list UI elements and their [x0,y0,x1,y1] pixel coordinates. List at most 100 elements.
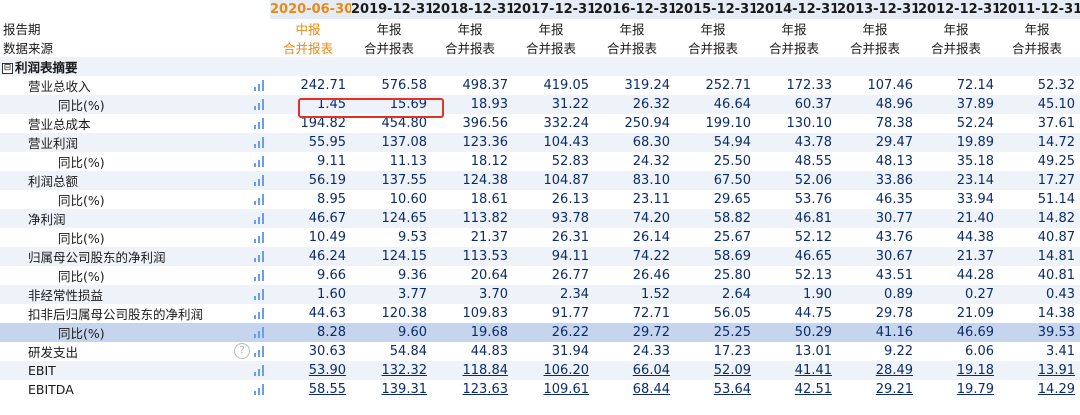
value-cell: 46.64 [675,95,756,114]
date-header[interactable]: 2019-12-31 [351,0,432,19]
value-cell: 29.47 [837,133,918,152]
table-row[interactable]: 扣非后归属母公司股东的净利润 44.63 120.38 109.83 91.77 72.7… [0,304,1080,323]
value-cell[interactable]: 53.90 [270,361,351,380]
value-cell[interactable]: 66.04 [594,361,675,380]
source-cell: 合并报表 [363,41,414,56]
value-cell: 11.13 [389,154,427,169]
date-header[interactable]: 2017-12-31 [513,0,594,19]
bar-chart-icon[interactable] [254,99,266,110]
value-cell[interactable]: 118.84 [432,361,513,380]
bar-chart-icon[interactable] [254,213,266,224]
value-cell[interactable]: 52.09 [675,361,756,380]
bar-chart-icon[interactable] [254,156,266,167]
date-header[interactable]: 2011-12-31 [999,0,1080,19]
value-cell[interactable]: 53.64 [675,380,756,399]
value-cell: 8.28 [270,323,351,342]
value-cell[interactable]: 109.61 [513,380,594,399]
value-cell: 54.94 [675,133,756,152]
value-cell[interactable]: 132.32 [351,361,432,380]
table-row[interactable]: 利润总额 56.19 137.55 124.38 104.87 83.10 67.50 52.… [0,171,1080,190]
source-cell: 合并报表 [930,41,981,56]
value-cell[interactable]: 41.41 [756,361,837,380]
value-cell[interactable]: 14.29 [999,380,1080,399]
bar-chart-icon[interactable] [254,327,266,338]
table-row[interactable]: 归属母公司股东的净利润 46.24 124.15 113.53 94.11 74.22 58… [0,247,1080,266]
table-row[interactable]: EBIT 53.90 132.32 118.84 106.20 66.04 52.09 41.… [0,361,1080,380]
table-row[interactable]: 非经常性损益 1.60 3.77 3.70 2.34 1.52 2.64 1.90 0.89 0.… [0,285,1080,304]
value-cell: 46.81 [756,209,837,228]
date-header[interactable]: 2016-12-31 [594,0,675,19]
bar-chart-icon[interactable] [254,308,266,319]
row-label-cell: 同比(%) [0,95,270,114]
bar-chart-icon[interactable] [254,80,266,91]
table-row[interactable]: EBITDA 58.55 139.31 123.63 109.61 68.44 53.64 4… [0,380,1080,399]
value-cell: 19.89 [918,133,999,152]
table-row[interactable]: 同比(%) 9.11 11.13 18.12 52.83 24.32 25.50 48.55 4… [0,152,1080,171]
value-cell: 113.53 [432,247,513,266]
value-cell: 51.14 [1037,192,1075,207]
value-cell: 52.32 [1037,78,1075,93]
value-cell: 52.12 [794,230,832,245]
table-row[interactable]: 同比(%) 1.45 15.69 18.93 31.22 26.32 46.64 60.37 4… [0,95,1080,114]
value-cell[interactable]: 29.21 [837,380,918,399]
bar-chart-icon[interactable] [254,251,266,262]
date-header[interactable]: 2014-12-31 [756,0,837,19]
value-cell[interactable]: 106.20 [513,361,594,380]
bar-chart-icon[interactable] [254,270,266,281]
table-row[interactable]: 同比(%) 8.28 9.60 19.68 26.22 29.72 25.25 50.29 41… [0,323,1080,342]
table-row[interactable]: 同比(%) 8.95 10.60 18.61 26.13 23.11 29.65 53.76 4… [0,190,1080,209]
value-cell[interactable]: 19.18 [918,361,999,380]
value-cell: 46.67 [270,209,351,228]
value-cell[interactable]: 139.31 [351,380,432,399]
table-row[interactable]: 营业总成本 194.82 454.80 396.56 332.24 250.94 199.1… [0,114,1080,133]
bar-chart-icon[interactable] [254,289,266,300]
income-statement-table: 2020-06-30 2019-12-31 2018-12-31 2017-12… [0,0,1080,399]
bar-chart-icon[interactable] [254,175,266,186]
value-cell[interactable]: 42.51 [756,380,837,399]
collapse-icon[interactable]: ⊟ [2,63,13,74]
row-label: EBIT [28,363,56,378]
bar-chart-icon[interactable] [254,232,266,243]
value-cell[interactable]: 68.44 [594,380,675,399]
bar-chart-icon[interactable] [254,365,266,376]
value-cell[interactable]: 123.63 [432,380,513,399]
date-header[interactable]: 2013-12-31 [837,0,918,19]
table-row[interactable]: 营业总收入 242.71 576.58 498.37 419.05 319.24 252.7… [0,76,1080,95]
value-cell: 419.05 [543,78,590,93]
value-cell: 46.65 [756,247,837,266]
bar-chart-icon[interactable] [254,194,266,205]
value-cell: 25.50 [713,154,751,169]
value-cell: 53.76 [794,192,832,207]
bar-chart-icon[interactable] [254,346,266,357]
table-row[interactable]: 同比(%) 10.49 9.53 21.37 26.31 26.14 25.67 52.12 4… [0,228,1080,247]
bar-chart-icon[interactable] [254,118,266,129]
table-row[interactable]: 营业利润 55.95 137.08 123.36 104.43 68.30 54.94 43.… [0,133,1080,152]
value-cell: 1.90 [756,285,837,304]
bar-chart-icon[interactable] [254,137,266,148]
value-cell: 33.86 [837,171,918,190]
bar-chart-icon[interactable] [254,384,266,395]
section-title-cell[interactable]: ⊟ 利润表摘要 [0,57,270,76]
table-row[interactable]: 净利润 46.67 124.65 113.82 93.78 74.20 58.82 46.81… [0,209,1080,228]
value-cell: 31.22 [513,95,594,114]
table-row[interactable]: 同比(%) 9.66 9.36 20.64 26.77 26.46 25.80 52.13 43… [0,266,1080,285]
financial-summary: 2020-06-30 2019-12-31 2018-12-31 2017-12… [0,0,1080,399]
value-cell[interactable]: 28.49 [837,361,918,380]
help-icon[interactable]: ? [234,343,250,359]
value-cell: 40.81 [1037,268,1075,283]
value-cell: 68.30 [594,133,675,152]
date-header[interactable]: 2015-12-31 [675,0,756,19]
date-header[interactable]: 2020-06-30 [270,0,351,19]
value-cell[interactable]: 13.91 [999,361,1080,380]
period-cell: 年报 [376,22,402,37]
date-header[interactable]: 2018-12-31 [432,0,513,19]
value-cell: 1.52 [594,285,675,304]
value-cell[interactable]: 58.55 [270,380,351,399]
table-row[interactable]: 研发支出? 30.63 54.84 44.83 31.94 24.33 17.23 13.01… [0,342,1080,361]
row-label-cell: EBIT [0,361,270,380]
period-cell: 中报 [295,22,321,37]
date-header[interactable]: 2012-12-31 [918,0,999,19]
value-cell: 40.87 [1037,230,1075,245]
value-cell[interactable]: 19.79 [918,380,999,399]
section-header[interactable]: ⊟ 利润表摘要 [0,57,1080,76]
